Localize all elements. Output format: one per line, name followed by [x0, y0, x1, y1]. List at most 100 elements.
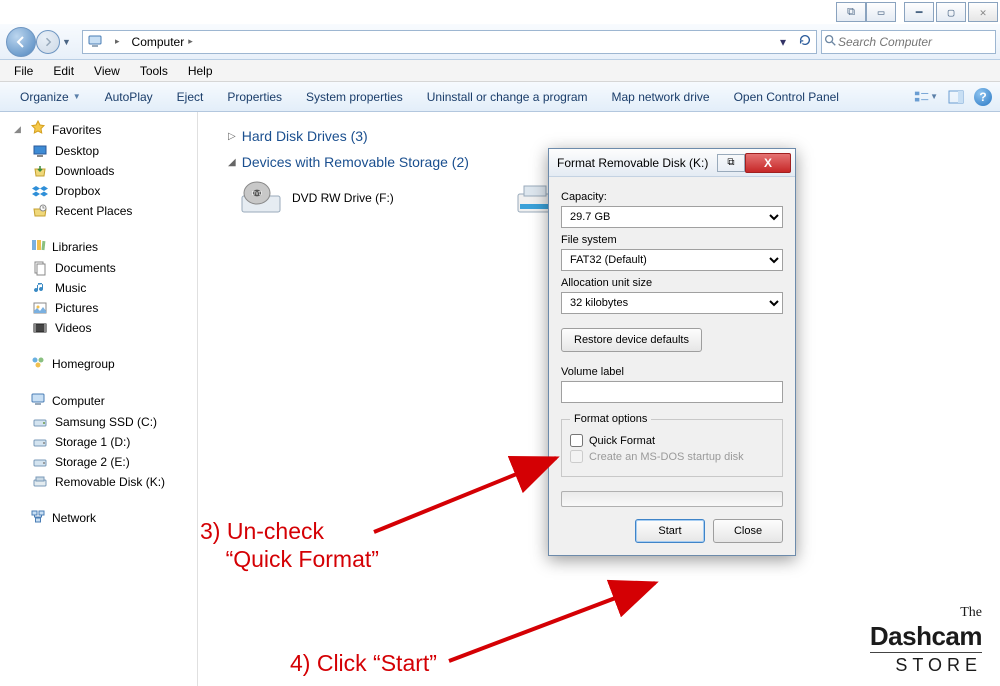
nav-history-dropdown[interactable]: ▼	[62, 37, 76, 47]
chevron-down-icon: ◢	[228, 157, 236, 168]
sidebar-label: Favorites	[52, 123, 101, 137]
menu-bar: File Edit View Tools Help	[0, 60, 1000, 82]
command-toolbar: Organize▼ AutoPlay Eject Properties Syst…	[0, 82, 1000, 112]
back-button[interactable]	[6, 27, 36, 57]
chevron-down-icon: ◢	[14, 124, 24, 135]
menu-view[interactable]: View	[86, 62, 128, 80]
sidebar-item-recent-places[interactable]: Recent Places	[0, 201, 197, 221]
address-bar[interactable]: ▸ Computer ▸ ▾	[82, 30, 817, 54]
pictures-icon	[32, 300, 48, 316]
menu-edit[interactable]: Edit	[45, 62, 82, 80]
recent-places-icon	[32, 203, 48, 219]
restore-defaults-button[interactable]: Restore device defaults	[561, 328, 702, 352]
sidebar-libraries[interactable]: ▸ Libraries	[0, 235, 197, 258]
map-network-button[interactable]: Map network drive	[600, 86, 722, 108]
msdos-checkbox: Create an MS-DOS startup disk	[570, 450, 774, 463]
drive-icon	[32, 454, 48, 470]
system-properties-button[interactable]: System properties	[294, 86, 415, 108]
star-icon	[30, 120, 46, 139]
watermark-logo: The Dashcam STORE	[870, 605, 982, 676]
dialog-help-icon[interactable]: ⧉	[717, 154, 745, 172]
sidebar-item-music[interactable]: Music	[0, 278, 197, 298]
format-dialog: Format Removable Disk (K:) ⧉ X Capacity:…	[548, 148, 796, 556]
search-input[interactable]	[838, 35, 995, 49]
category-hard-drives[interactable]: ▷ Hard Disk Drives (3)	[228, 128, 988, 144]
sidebar-item-dropbox[interactable]: Dropbox	[0, 181, 197, 201]
drive-dvd[interactable]: DVD DVD RW Drive (F:)	[240, 180, 480, 216]
sidebar-label: Computer	[52, 394, 105, 408]
msdos-input	[570, 450, 583, 463]
breadcrumb-computer[interactable]: Computer ▸	[126, 35, 199, 49]
sidebar-label: Libraries	[52, 240, 98, 254]
navigation-bar: ▼ ▸ Computer ▸ ▾	[0, 24, 1000, 60]
refresh-icon[interactable]	[794, 33, 816, 50]
breadcrumb-label: Computer	[132, 35, 185, 49]
computer-icon	[30, 391, 46, 410]
maximize-icon[interactable]: ▢	[936, 2, 966, 22]
drive-label: DVD RW Drive (F:)	[292, 191, 394, 205]
forward-button[interactable]	[36, 30, 60, 54]
minimize-icon[interactable]: ━	[904, 2, 934, 22]
quick-format-input[interactable]	[570, 434, 583, 447]
eject-button[interactable]: Eject	[165, 86, 216, 108]
svg-text:DVD: DVD	[252, 191, 263, 197]
format-options-legend: Format options	[570, 413, 651, 425]
sidebar-favorites[interactable]: ◢ Favorites	[0, 118, 197, 141]
allocation-label: Allocation unit size	[561, 277, 783, 289]
close-button[interactable]: Close	[713, 519, 783, 543]
filesystem-select[interactable]: FAT32 (Default)	[561, 249, 783, 271]
capacity-select[interactable]: 29.7 GB	[561, 206, 783, 228]
breadcrumb[interactable]: ▸	[109, 36, 126, 47]
organize-button[interactable]: Organize▼	[8, 86, 93, 108]
help-icon[interactable]: ?	[974, 88, 992, 106]
sidebar-item-videos[interactable]: Videos	[0, 318, 197, 338]
properties-button[interactable]: Properties	[215, 86, 294, 108]
drive-icon	[32, 434, 48, 450]
sidebar-computer[interactable]: ▸ Computer	[0, 389, 197, 412]
homegroup-icon	[30, 354, 46, 373]
sidebar-item-documents[interactable]: Documents	[0, 258, 197, 278]
view-options-icon[interactable]: ▼	[914, 86, 938, 108]
format-progress-bar	[561, 491, 783, 507]
sidebar-item-pictures[interactable]: Pictures	[0, 298, 197, 318]
start-button[interactable]: Start	[635, 519, 705, 543]
autoplay-button[interactable]: AutoPlay	[93, 86, 165, 108]
uninstall-button[interactable]: Uninstall or change a program	[415, 86, 600, 108]
navigation-sidebar: ◢ Favorites Desktop Downloads Dropbox Re…	[0, 112, 198, 686]
dialog-titlebar[interactable]: Format Removable Disk (K:) ⧉ X	[549, 149, 795, 177]
menu-file[interactable]: File	[6, 62, 41, 80]
quick-format-checkbox[interactable]: Quick Format	[570, 434, 774, 447]
search-box[interactable]	[821, 30, 996, 54]
downloads-icon	[32, 163, 48, 179]
dialog-close-icon[interactable]: X	[745, 153, 791, 173]
allocation-select[interactable]: 32 kilobytes	[561, 292, 783, 314]
dialog-title: Format Removable Disk (K:)	[557, 156, 708, 170]
chevron-right-icon: ▷	[228, 131, 236, 142]
volume-label-input[interactable]	[561, 381, 783, 403]
network-icon	[30, 508, 46, 527]
menu-tools[interactable]: Tools	[132, 62, 176, 80]
videos-icon	[32, 320, 48, 336]
search-icon	[822, 33, 838, 50]
menu-help[interactable]: Help	[180, 62, 221, 80]
window-prev-icon[interactable]: ⧉	[836, 2, 866, 22]
dropbox-icon	[32, 183, 48, 199]
sidebar-item-drive-c[interactable]: Samsung SSD (C:)	[0, 412, 197, 432]
close-window-icon[interactable]: ✕	[968, 2, 998, 22]
sidebar-item-desktop[interactable]: Desktop	[0, 141, 197, 161]
sidebar-item-drive-e[interactable]: Storage 2 (E:)	[0, 452, 197, 472]
desktop-icon	[32, 143, 48, 159]
addressbar-dropdown[interactable]: ▾	[772, 35, 794, 49]
removable-drive-icon	[32, 474, 48, 490]
window-multi-icon[interactable]: ▭	[866, 2, 896, 22]
sidebar-homegroup[interactable]: ▸ Homegroup	[0, 352, 197, 375]
sidebar-item-drive-k[interactable]: Removable Disk (K:)	[0, 472, 197, 492]
open-control-panel-button[interactable]: Open Control Panel	[722, 86, 851, 108]
preview-pane-icon[interactable]	[944, 86, 968, 108]
capacity-label: Capacity:	[561, 191, 783, 203]
sidebar-item-downloads[interactable]: Downloads	[0, 161, 197, 181]
sidebar-network[interactable]: ▸ Network	[0, 506, 197, 529]
dvd-drive-icon: DVD	[240, 180, 282, 216]
sidebar-item-drive-d[interactable]: Storage 1 (D:)	[0, 432, 197, 452]
music-icon	[32, 280, 48, 296]
